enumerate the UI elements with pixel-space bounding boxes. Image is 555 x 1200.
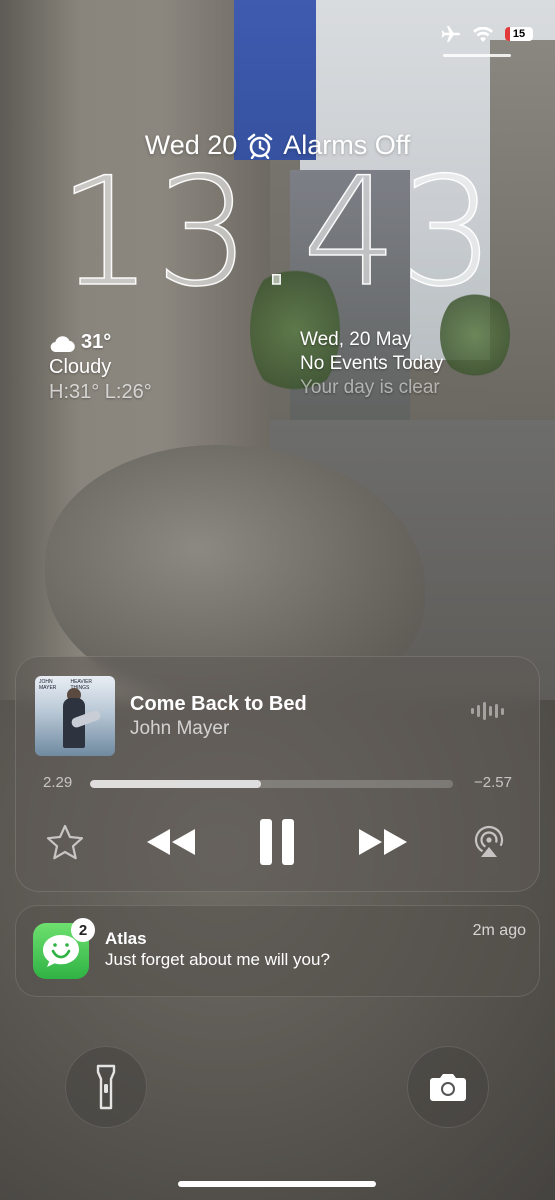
audio-waveform-icon[interactable] (471, 702, 504, 720)
album-art[interactable]: JOHN MAYER HEAVIER THINGS (35, 676, 115, 756)
airplay-icon (474, 825, 504, 857)
home-indicator[interactable] (178, 1181, 376, 1187)
wifi-icon (473, 26, 493, 42)
weather-condition: Cloudy (49, 356, 112, 378)
weather-temp: 31° (81, 331, 112, 353)
now-playing-card[interactable]: JOHN MAYER HEAVIER THINGS Come Back to B… (15, 656, 540, 892)
favorite-button[interactable] (43, 820, 87, 864)
notification-message: Just forget about me will you? (105, 950, 330, 969)
calendar-events: No Events Today (300, 353, 444, 374)
track-title: Come Back to Bed (130, 693, 307, 715)
fast-forward-button[interactable] (355, 820, 411, 864)
weather-high-low: H:31° L:26° (49, 381, 152, 403)
calendar-date: Wed, 20 May (300, 329, 412, 350)
airplay-button[interactable] (467, 820, 511, 864)
elapsed-time: 2.29 (43, 774, 73, 791)
album-art-text-left: JOHN MAYER (39, 679, 57, 691)
rewind-icon (147, 829, 195, 855)
playback-progress-fill (90, 780, 261, 788)
rewind-button[interactable] (143, 820, 199, 864)
calendar-subtitle: Your day is clear (300, 377, 440, 398)
battery-icon: 15 (505, 27, 533, 41)
star-icon (46, 824, 84, 860)
lockscreen-clock: 13.43 (57, 146, 498, 320)
message-notification[interactable]: 2 Atlas Just forget about me will you? 2… (15, 905, 540, 997)
pause-icon (260, 819, 294, 865)
track-artist: John Mayer (130, 718, 230, 739)
camera-button[interactable] (407, 1046, 489, 1128)
battery-level: 15 (512, 28, 526, 40)
flashlight-icon (96, 1064, 116, 1110)
notification-time: 2m ago (472, 922, 526, 939)
camera-icon (430, 1074, 466, 1101)
pause-button[interactable] (251, 816, 303, 868)
weather-widget[interactable]: 31° Cloudy H:31° L:26° (49, 330, 152, 405)
calendar-widget[interactable]: Wed, 20 May No Events Today Your day is … (300, 328, 443, 400)
notification-app-name: Atlas (105, 929, 147, 948)
fast-forward-icon (359, 829, 407, 855)
status-bar: 15 (441, 26, 533, 42)
status-indicator-line (443, 54, 511, 57)
remaining-time: −2.57 (474, 774, 512, 791)
playback-scrubber[interactable] (90, 780, 453, 788)
cloud-icon (50, 335, 75, 352)
notification-badge: 2 (71, 918, 95, 942)
flashlight-button[interactable] (65, 1046, 147, 1128)
airplane-icon (441, 26, 460, 42)
